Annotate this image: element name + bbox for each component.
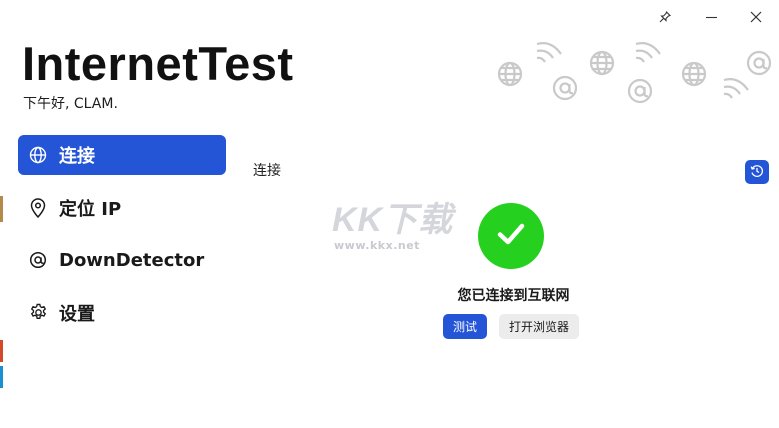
sidebar-item-connection[interactable]: 连接 (18, 135, 226, 175)
location-pin-icon (28, 197, 48, 218)
watermark: KK下载 www.kkx.net (332, 192, 453, 252)
sidebar-item-label: 定位 IP (59, 198, 122, 220)
connected-status-indicator (478, 203, 544, 269)
globe-icon (589, 50, 615, 76)
greeting-text: 下午好, CLAM. (23, 96, 118, 112)
app-title: InternetTest (22, 37, 294, 90)
sidebar-item-locate-ip[interactable]: 定位 IP (18, 188, 226, 228)
background-window-edge (0, 366, 3, 388)
minimize-button[interactable] (688, 4, 734, 30)
open-browser-button[interactable]: 打开浏览器 (499, 314, 579, 339)
section-title: 连接 (253, 163, 281, 179)
globe-icon (681, 61, 707, 87)
pin-button[interactable] (642, 4, 688, 30)
gear-icon (28, 303, 48, 323)
watermark-logo: KK下载 (332, 201, 454, 239)
wifi-icon (723, 78, 749, 99)
at-sign-icon (28, 250, 48, 270)
watermark-url: www.kkx.net (334, 239, 420, 252)
at-sign-icon (627, 78, 653, 104)
history-icon (750, 163, 764, 182)
minimize-icon (705, 12, 717, 23)
sidebar-item-label: DownDetector (59, 249, 205, 271)
checkmark-icon (494, 217, 528, 255)
sidebar-item-label: 连接 (59, 146, 95, 167)
at-sign-icon (552, 75, 578, 101)
pin-icon (659, 11, 671, 23)
globe-icon (28, 145, 48, 165)
background-window-edge (0, 340, 3, 362)
history-button[interactable] (745, 160, 769, 184)
test-button[interactable]: 测试 (443, 314, 487, 339)
wifi-icon (536, 42, 562, 63)
wifi-icon (635, 42, 661, 63)
header-decoration (497, 42, 772, 104)
close-icon (750, 11, 762, 23)
globe-icon (497, 61, 523, 87)
at-sign-icon (746, 50, 772, 76)
status-message-row: 您已连接到互联网 (0, 285, 779, 305)
status-message: 您已连接到互联网 (457, 288, 570, 304)
sidebar-item-downdetector[interactable]: DownDetector (18, 240, 226, 280)
background-window-edge (0, 196, 3, 222)
sidebar-nav: 连接 定位 IP DownDetector 设置 (18, 135, 226, 345)
close-button[interactable] (733, 4, 779, 30)
